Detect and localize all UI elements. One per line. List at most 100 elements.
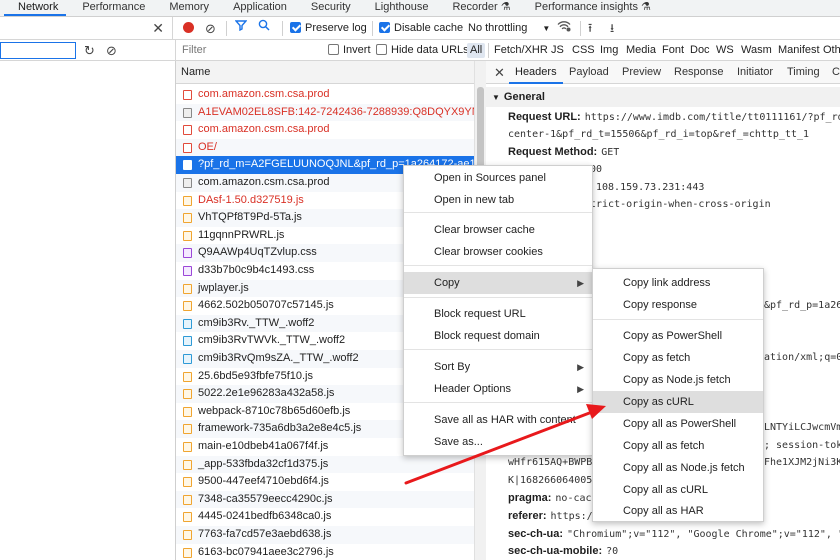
resource-js-icon bbox=[183, 547, 192, 558]
preserve-log-checkbox[interactable]: Preserve log bbox=[290, 17, 367, 40]
type-filter-media[interactable]: Media bbox=[626, 40, 656, 61]
disable-cache-checkbox[interactable]: Disable cache bbox=[379, 17, 463, 40]
type-filter-manifest[interactable]: Manifest bbox=[778, 40, 820, 61]
menu-copy-all-as-curl[interactable]: Copy all as cURL bbox=[593, 479, 763, 501]
export-har-icon[interactable]: ⭳ bbox=[610, 17, 614, 40]
menu-copy-all-as-nodejs-fetch[interactable]: Copy all as Node.js fetch bbox=[593, 457, 763, 479]
sources-search-input[interactable] bbox=[0, 42, 76, 59]
menu-copy-as-curl[interactable]: Copy as cURL bbox=[593, 391, 763, 413]
menu-copy-as-fetch[interactable]: Copy as fetch bbox=[593, 347, 763, 369]
general-section-header[interactable]: ▼ General bbox=[486, 87, 840, 107]
type-filter-ws[interactable]: WS bbox=[716, 40, 734, 61]
tab-lighthouse[interactable]: Lighthouse bbox=[363, 0, 441, 16]
type-filter-js[interactable]: JS bbox=[551, 40, 564, 61]
menu-copy-all-as-har[interactable]: Copy all as HAR bbox=[593, 500, 763, 522]
table-row[interactable]: OE/ bbox=[176, 138, 474, 157]
throttling-select[interactable]: No throttling ▼ bbox=[468, 17, 550, 40]
menu-open-in-sources[interactable]: Open in Sources panel bbox=[404, 167, 592, 189]
header-line: Request URL: https://www.imdb.com/title/t… bbox=[508, 111, 840, 123]
resource-css-icon bbox=[183, 248, 192, 259]
table-row[interactable]: 7763-fa7cd57e3aebd638.js bbox=[176, 526, 474, 544]
header-line: ; session-toke bbox=[764, 440, 840, 451]
header-line: center-1&pf_rd_t=15506&pf_rd_i=top&ref_=… bbox=[508, 129, 809, 140]
menu-copy-all-as-powershell[interactable]: Copy all as PowerShell bbox=[593, 413, 763, 435]
clear-icon[interactable]: ⊘ bbox=[205, 17, 216, 40]
type-filter-all[interactable]: All bbox=[467, 43, 486, 58]
header-value: Fhe1XJM2jNi3Ka bbox=[764, 457, 840, 468]
refresh-icon[interactable]: ↻ bbox=[84, 40, 95, 61]
type-filter-img[interactable]: Img bbox=[600, 40, 618, 61]
menu-copy-response[interactable]: Copy response bbox=[593, 294, 763, 316]
header-value: ; session-toke bbox=[764, 440, 840, 451]
menu-save-as[interactable]: Save as... bbox=[404, 431, 592, 453]
tab-memory[interactable]: Memory bbox=[157, 0, 221, 16]
table-row[interactable]: com.amazon.csm.csa.prod bbox=[176, 121, 474, 139]
tab-initiator[interactable]: Initiator bbox=[737, 61, 773, 84]
table-row[interactable]: A1EVAM02EL8SFB:142-7242436-7288939:Q8DQY… bbox=[176, 103, 474, 122]
menu-copy-as-powershell[interactable]: Copy as PowerShell bbox=[593, 325, 763, 347]
menu-copy[interactable]: Copy ▶ bbox=[404, 272, 592, 294]
menu-copy-all-as-fetch[interactable]: Copy all as fetch bbox=[593, 435, 763, 457]
menu-copy-label: Copy bbox=[434, 277, 460, 289]
disable-cache-label: Disable cache bbox=[394, 22, 464, 34]
record-icon[interactable] bbox=[183, 17, 194, 40]
resource-js-icon bbox=[183, 494, 192, 505]
header-key: sec-ch-ua: bbox=[508, 528, 564, 540]
tab-response[interactable]: Response bbox=[674, 61, 724, 84]
menu-save-all-har[interactable]: Save all as HAR with content bbox=[404, 409, 592, 431]
tab-security[interactable]: Security bbox=[299, 0, 363, 16]
menu-copy-as-nodejs-fetch[interactable]: Copy as Node.js fetch bbox=[593, 369, 763, 391]
menu-clear-browser-cache[interactable]: Clear browser cache bbox=[404, 219, 592, 241]
type-filter-font[interactable]: Font bbox=[662, 40, 684, 61]
resource-js-icon bbox=[183, 230, 192, 241]
table-row[interactable]: _app-533fbda32cf1d375.js bbox=[176, 455, 474, 474]
table-row[interactable]: 7348-ca35579eecc4290c.js bbox=[176, 490, 474, 509]
table-row[interactable]: 4445-0241bedfb6348ca0.js bbox=[176, 508, 474, 526]
close-detail-icon[interactable]: ✕ bbox=[494, 61, 505, 84]
tab-headers[interactable]: Headers bbox=[509, 61, 563, 84]
tab-cookies-partial[interactable]: C bbox=[832, 61, 840, 84]
type-filter-fetch-xhr[interactable]: Fetch/XHR bbox=[494, 40, 548, 61]
tab-payload[interactable]: Payload bbox=[569, 61, 609, 84]
filter-icon[interactable] bbox=[234, 17, 248, 40]
network-conditions-icon[interactable] bbox=[557, 17, 571, 40]
hide-data-urls-checkbox[interactable]: Hide data URLs bbox=[376, 40, 469, 61]
header-line: Fhe1XJM2jNi3Ka bbox=[764, 457, 840, 468]
left-toolbar-area: ✕ bbox=[0, 17, 173, 40]
tab-application[interactable]: Application bbox=[221, 0, 299, 16]
type-filter-other[interactable]: Oth bbox=[823, 40, 840, 61]
type-filter-wasm[interactable]: Wasm bbox=[741, 40, 772, 61]
tab-timing[interactable]: Timing bbox=[787, 61, 820, 84]
tab-network[interactable]: Network bbox=[0, 0, 70, 16]
type-filter-doc[interactable]: Doc bbox=[690, 40, 710, 61]
cancel-icon[interactable]: ⊘ bbox=[106, 40, 117, 61]
tab-preview[interactable]: Preview bbox=[622, 61, 661, 84]
name-column-header[interactable]: Name bbox=[176, 61, 474, 84]
table-row[interactable]: 6163-bc07941aee3c2796.js bbox=[176, 544, 474, 560]
table-row[interactable]: com.amazon.csm.csa.prod bbox=[176, 86, 474, 104]
menu-clear-browser-cookies[interactable]: Clear browser cookies bbox=[404, 241, 592, 263]
menu-copy-link-address[interactable]: Copy link address bbox=[593, 272, 763, 294]
menu-block-request-domain[interactable]: Block request domain bbox=[404, 325, 592, 347]
tab-performance-insights[interactable]: Performance insights ⚗ bbox=[523, 0, 663, 16]
detail-tab-bar: ✕ Headers Payload Preview Response Initi… bbox=[486, 61, 840, 84]
request-name: cm9ib3Rv._TTW_.woff2 bbox=[198, 316, 315, 329]
menu-header-options[interactable]: Header Options ▶ bbox=[404, 378, 592, 400]
import-har-icon[interactable]: ⭱ bbox=[588, 17, 592, 40]
tab-performance[interactable]: Performance bbox=[70, 0, 157, 16]
filter-input[interactable]: Filter bbox=[182, 40, 206, 61]
menu-sort-by[interactable]: Sort By ▶ bbox=[404, 356, 592, 378]
invert-checkbox[interactable]: Invert bbox=[328, 40, 371, 61]
search-icon[interactable] bbox=[258, 17, 270, 40]
type-filter-css[interactable]: CSS bbox=[572, 40, 595, 61]
menu-open-in-new-tab[interactable]: Open in new tab bbox=[404, 189, 592, 211]
table-row[interactable]: 9500-447eef4710ebd6f4.js bbox=[176, 473, 474, 491]
close-icon[interactable]: ✕ bbox=[152, 17, 164, 40]
menu-header-options-label: Header Options bbox=[434, 383, 512, 395]
filter-bar: ↻ ⊘ Filter Invert Hide data URLs All Fet… bbox=[0, 40, 840, 61]
request-name: 25.6bd5e93fbfe75f10.js bbox=[198, 369, 313, 382]
header-value: wHfr615AQ+BWPBH bbox=[508, 457, 599, 468]
request-name: 6163-bc07941aee3c2796.js bbox=[198, 545, 334, 558]
tab-recorder[interactable]: Recorder ⚗ bbox=[440, 0, 522, 16]
menu-block-request-url[interactable]: Block request URL bbox=[404, 303, 592, 325]
